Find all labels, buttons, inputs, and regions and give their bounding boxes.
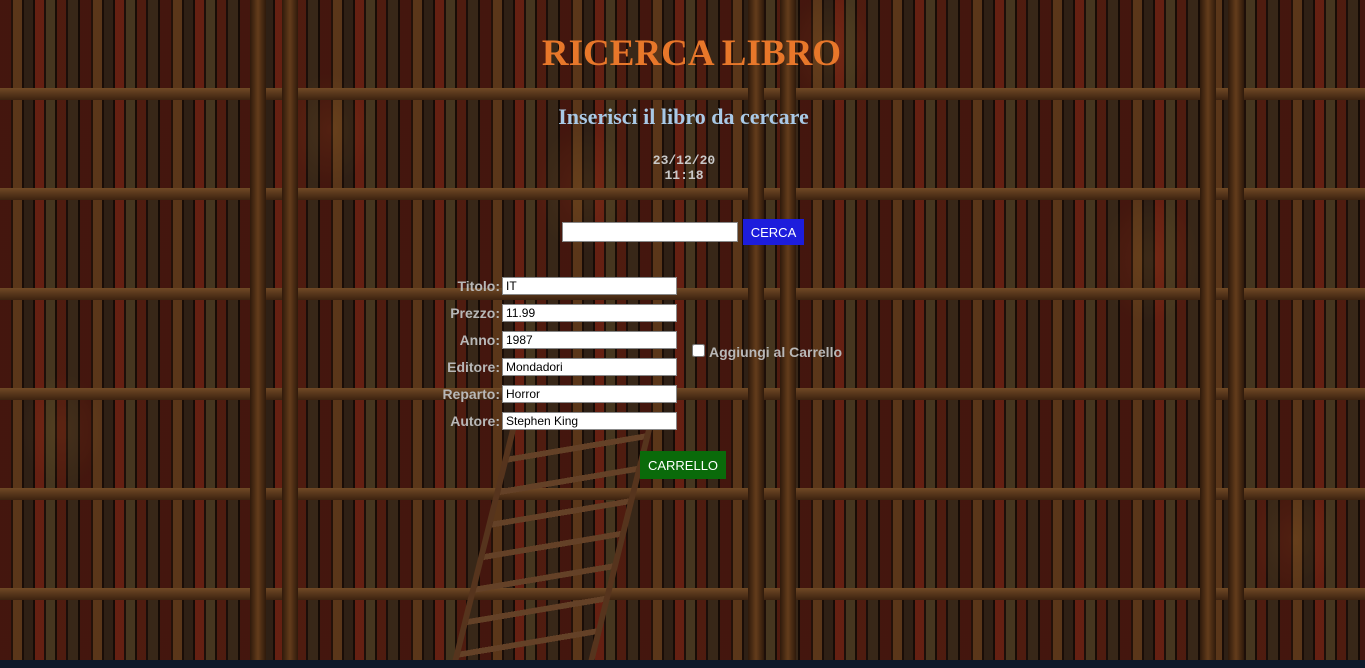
department-label: Reparto: (442, 386, 500, 402)
add-to-cart-checkbox[interactable] (692, 344, 705, 357)
time-text: 11:18 (664, 168, 704, 183)
publisher-field[interactable] (502, 358, 677, 376)
year-field[interactable] (502, 331, 677, 349)
title-field[interactable] (502, 277, 677, 295)
page-subtitle: Inserisci il libro da cercare (558, 104, 809, 129)
add-to-cart-label: Aggiungi al Carrello (709, 344, 843, 360)
year-label: Anno: (459, 332, 500, 348)
date-text: 23/12/20 (652, 153, 716, 168)
datetime: 23/12/20 11:18 (634, 153, 734, 183)
publisher-label: Editore: (447, 359, 500, 375)
search-button[interactable]: CERCA (743, 219, 804, 245)
background-dim (0, 0, 1365, 668)
price-field[interactable] (502, 304, 677, 322)
search-input[interactable] (562, 222, 738, 242)
price-label: Prezzo: (450, 305, 500, 321)
taskbar-edge (0, 660, 1365, 668)
page-title: RICERCA LIBRO (541, 33, 842, 74)
author-label: Autore: (450, 413, 500, 429)
title-label: Titolo: (457, 278, 500, 294)
bookshelf-background (0, 0, 1365, 668)
author-field[interactable] (502, 412, 677, 430)
department-field[interactable] (502, 385, 677, 403)
cart-button[interactable]: CARRELLO (640, 451, 726, 479)
